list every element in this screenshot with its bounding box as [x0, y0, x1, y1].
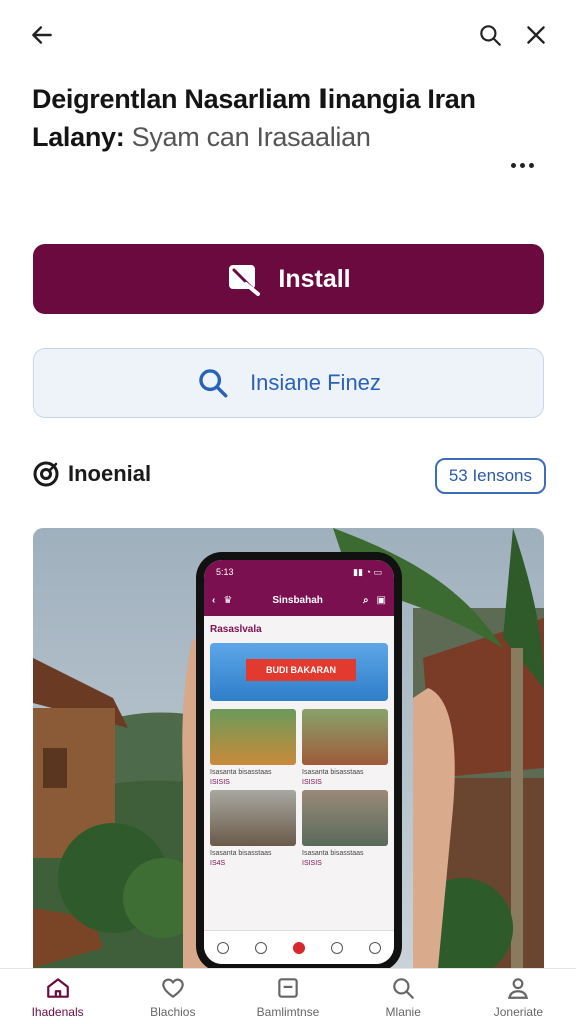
phone-card-meta: IS4S	[210, 860, 226, 867]
nav-label: Blachios	[150, 1004, 196, 1019]
nav-item-library[interactable]: Bamlimtnse	[230, 969, 345, 1024]
app-install-icon	[229, 265, 261, 296]
search-icon	[199, 369, 228, 398]
search-icon: ⌕	[362, 594, 369, 606]
search-icon[interactable]	[472, 17, 508, 53]
phone-card: Isasanta bisasstaas ISISIS	[302, 790, 388, 867]
phone-card: Isasanta bisasstaas ISISIS	[302, 709, 388, 786]
phone-screen: 5:13 ▮▮ ◔ ▭ ‹ ♛ Sinsbahah ⌕ ▣ Rasaslvala…	[204, 560, 394, 964]
bottom-navigation: Ihadenals Blachios Bamlimtnse Mlanie Jon…	[0, 968, 576, 1024]
nav-label: Ihadenals	[31, 1004, 84, 1019]
phone-status-time: 5:13	[216, 567, 234, 577]
phone-banner: BUDI BAKARAN	[210, 643, 388, 701]
nav-item-search[interactable]: Mlanie	[346, 969, 461, 1024]
phone-section-label: Rasaslvala	[210, 624, 262, 635]
chevron-left-icon: ‹	[212, 594, 216, 606]
install-button[interactable]: Install	[33, 244, 544, 314]
phone-card-caption: Isasanta bisasstaas	[302, 850, 364, 857]
home-icon	[46, 977, 69, 998]
minus-square-icon	[278, 977, 298, 998]
crown-icon: ♛	[223, 594, 233, 606]
phone-bottom-nav	[204, 930, 394, 964]
more-horizontal-icon[interactable]	[498, 150, 546, 180]
section-title-label: Inoenial	[68, 461, 152, 486]
phone-card-meta: ISISIS	[302, 779, 322, 786]
inspect-button[interactable]: Insiane Finez	[33, 348, 544, 418]
phone-card: Isasanta bisasstaas ISISIS	[210, 709, 296, 786]
nav-item-home[interactable]: Ihadenals	[0, 969, 115, 1024]
phone-mockup: 5:13 ▮▮ ◔ ▭ ‹ ♛ Sinsbahah ⌕ ▣ Rasaslvala…	[196, 552, 402, 972]
nav-item-favorites[interactable]: Blachios	[115, 969, 230, 1024]
phone-card-meta: ISISIS	[210, 779, 230, 786]
top-bar	[0, 0, 576, 72]
nav-label: Joneriate	[493, 1004, 544, 1019]
inspect-button-label: Insiane Finez	[250, 370, 381, 395]
signal-icon: ▮▮ ◔ ▭	[353, 566, 382, 577]
phone-app-title: Sinsbahah	[272, 594, 323, 606]
arrow-left-icon[interactable]	[24, 17, 60, 53]
phone-card: Isasanta bisasstaas IS4S	[210, 790, 296, 867]
phone-card-caption: Isasanta bisasstaas	[210, 850, 272, 857]
menu-icon: ▣	[376, 594, 386, 606]
nav-label: Mlanie	[385, 1004, 421, 1019]
heart-icon	[162, 978, 184, 998]
nav-label: Bamlimtnse	[256, 1004, 320, 1019]
phone-card-grid: Isasanta bisasstaas ISISIS Isasanta bisa…	[204, 705, 394, 871]
install-button-label: Install	[278, 264, 351, 293]
nav-item-profile[interactable]: Joneriate	[461, 969, 576, 1024]
lessons-badge[interactable]: 53 Iensons	[434, 458, 546, 494]
page-title-sub: Syam can Irasaalian	[131, 122, 371, 152]
phone-card-meta: ISISIS	[302, 860, 322, 867]
section-header: Inoenial 53 Iensons	[32, 458, 546, 494]
phone-banner-text: BUDI BAKARAN	[246, 659, 356, 681]
phone-card-caption: Isasanta bisasstaas	[302, 769, 364, 776]
close-icon[interactable]	[518, 17, 554, 53]
section-title: Inoenial	[32, 460, 151, 488]
phone-card-caption: Isasanta bisasstaas	[210, 769, 272, 776]
search-icon	[393, 977, 415, 999]
person-icon	[508, 977, 529, 999]
phone-status-bar: 5:13 ▮▮ ◔ ▭	[204, 560, 394, 584]
target-icon	[33, 461, 59, 487]
page-title: Deigrentlan Nasarliam Ⅰinangia Iran Lala…	[32, 80, 552, 156]
phone-app-bar: ‹ ♛ Sinsbahah ⌕ ▣	[204, 584, 394, 616]
